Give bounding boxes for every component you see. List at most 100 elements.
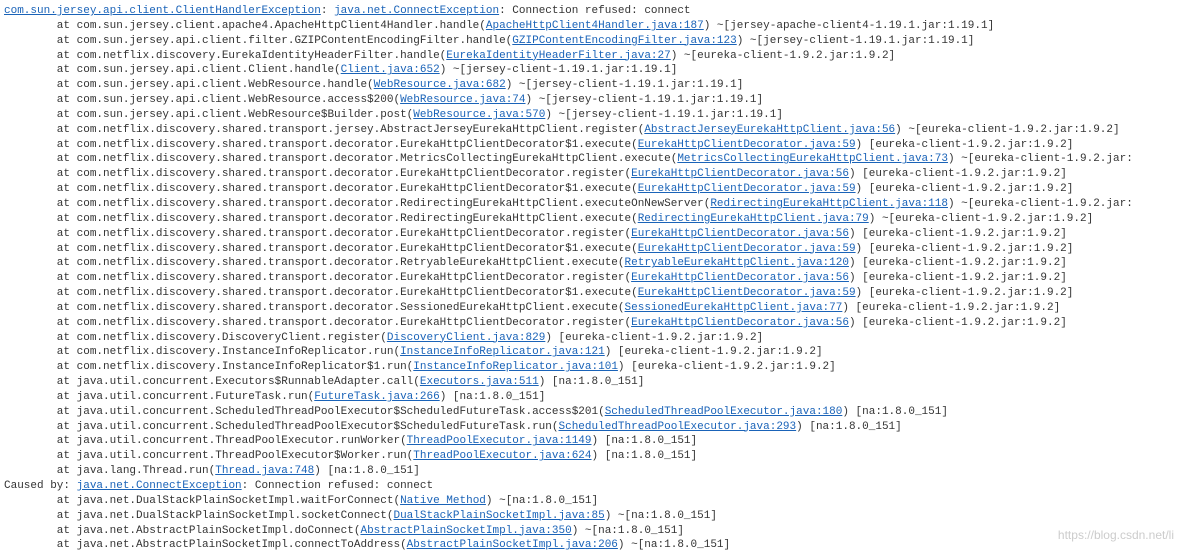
stacktrace-text: ) ~[eureka-client-1.9.2.jar:1.9.2] [671, 50, 895, 62]
source-link[interactable]: AbstractJerseyEurekaHttpClient.java:56 [644, 124, 895, 136]
source-link[interactable]: Thread.java:748 [215, 465, 314, 477]
stacktrace-text: ) [eureka-client-1.9.2.jar:1.9.2] [849, 168, 1067, 180]
source-link[interactable]: EurekaHttpClientDecorator.java:56 [631, 317, 849, 329]
source-link[interactable]: ApacheHttpClient4Handler.java:187 [486, 20, 704, 32]
source-link[interactable]: Native Method [400, 495, 486, 507]
source-link[interactable]: com.sun.jersey.api.client.ClientHandlerE… [4, 5, 321, 17]
source-link[interactable]: java.net.ConnectException [77, 480, 242, 492]
stacktrace-line: com.sun.jersey.api.client.ClientHandlerE… [4, 4, 1180, 19]
stacktrace-text: at com.netflix.discovery.shared.transpor… [4, 243, 638, 255]
stacktrace-text: at java.util.concurrent.ScheduledThreadP… [4, 421, 559, 433]
stacktrace-line: at com.sun.jersey.api.client.Client.hand… [4, 63, 1180, 78]
stacktrace-text: ) [na:1.8.0_151] [539, 376, 645, 388]
stacktrace-line: at com.netflix.discovery.shared.transpor… [4, 138, 1180, 153]
source-link[interactable]: Executors.java:511 [420, 376, 539, 388]
stacktrace-text: ) ~[na:1.8.0_151] [618, 539, 730, 551]
source-link[interactable]: MetricsCollectingEurekaHttpClient.java:7… [677, 153, 948, 165]
stacktrace-line: at com.netflix.discovery.shared.transpor… [4, 286, 1180, 301]
source-link[interactable]: ScheduledThreadPoolExecutor.java:293 [559, 421, 797, 433]
source-link[interactable]: java.net.ConnectException [334, 5, 499, 17]
stacktrace-line: at java.util.concurrent.FutureTask.run(F… [4, 390, 1180, 405]
stacktrace-line: at com.netflix.discovery.shared.transpor… [4, 227, 1180, 242]
stacktrace-text: at com.netflix.discovery.EurekaIdentityH… [4, 50, 446, 62]
source-link[interactable]: WebResource.java:74 [400, 94, 525, 106]
source-link[interactable]: AbstractPlainSocketImpl.java:206 [407, 539, 618, 551]
source-link[interactable]: WebResource.java:682 [374, 79, 506, 91]
stacktrace-line: at java.net.DualStackPlainSocketImpl.wai… [4, 494, 1180, 509]
stacktrace-line: at com.netflix.discovery.EurekaIdentityH… [4, 49, 1180, 64]
source-link[interactable]: RedirectingEurekaHttpClient.java:79 [638, 213, 869, 225]
stacktrace-text: at java.net.AbstractPlainSocketImpl.doCo… [4, 525, 360, 537]
source-link[interactable]: EurekaHttpClientDecorator.java:56 [631, 168, 849, 180]
stacktrace-text: at java.util.concurrent.ThreadPoolExecut… [4, 450, 413, 462]
stacktrace-text: ) ~[jersey-client-1.19.1.jar:1.19.1] [506, 79, 744, 91]
source-link[interactable]: DualStackPlainSocketImpl.java:85 [393, 510, 604, 522]
source-link[interactable]: EurekaHttpClientDecorator.java:59 [638, 243, 856, 255]
source-link[interactable]: EurekaHttpClientDecorator.java:59 [638, 287, 856, 299]
stacktrace-line: at com.netflix.discovery.shared.transpor… [4, 167, 1180, 182]
stacktrace-text: ) [eureka-client-1.9.2.jar:1.9.2] [545, 332, 763, 344]
stacktrace-text: at java.net.AbstractPlainSocketImpl.conn… [4, 539, 407, 551]
source-link[interactable]: EurekaHttpClientDecorator.java:56 [631, 228, 849, 240]
source-link[interactable]: EurekaHttpClientDecorator.java:59 [638, 183, 856, 195]
stacktrace-text: at java.util.concurrent.ScheduledThreadP… [4, 406, 605, 418]
stacktrace-line: at java.util.concurrent.ScheduledThreadP… [4, 405, 1180, 420]
stacktrace-text: ) [na:1.8.0_151] [796, 421, 902, 433]
stacktrace-line: at java.net.AbstractPlainSocketImpl.doCo… [4, 524, 1180, 539]
source-link[interactable]: RetryableEurekaHttpClient.java:120 [625, 257, 849, 269]
source-link[interactable]: InstanceInfoReplicator.java:121 [400, 346, 605, 358]
stacktrace-line: at java.util.concurrent.ScheduledThreadP… [4, 420, 1180, 435]
stacktrace-text: ) ~[eureka-client-1.9.2.jar:1.9.2] [869, 213, 1093, 225]
stacktrace-text: ) ~[jersey-client-1.19.1.jar:1.19.1] [526, 94, 764, 106]
source-link[interactable]: WebResource.java:570 [413, 109, 545, 121]
stacktrace-text: at com.netflix.discovery.shared.transpor… [4, 124, 644, 136]
source-link[interactable]: ThreadPoolExecutor.java:624 [413, 450, 591, 462]
source-link[interactable]: EurekaHttpClientDecorator.java:59 [638, 139, 856, 151]
stacktrace-text: at java.util.concurrent.FutureTask.run( [4, 391, 314, 403]
stacktrace-output: com.sun.jersey.api.client.ClientHandlerE… [4, 4, 1180, 553]
stacktrace-text: ) [na:1.8.0_151] [592, 435, 698, 447]
stacktrace-text: ) [eureka-client-1.9.2.jar:1.9.2] [605, 346, 823, 358]
source-link[interactable]: AbstractPlainSocketImpl.java:350 [360, 525, 571, 537]
stacktrace-text: at com.netflix.discovery.InstanceInfoRep… [4, 361, 413, 373]
source-link[interactable]: GZIPContentEncodingFilter.java:123 [512, 35, 736, 47]
stacktrace-text: ) [eureka-client-1.9.2.jar:1.9.2] [849, 257, 1067, 269]
stacktrace-line: at com.netflix.discovery.shared.transpor… [4, 316, 1180, 331]
source-link[interactable]: InstanceInfoReplicator.java:101 [413, 361, 618, 373]
stacktrace-text: at com.netflix.discovery.shared.transpor… [4, 183, 638, 195]
stacktrace-line: at java.util.concurrent.ThreadPoolExecut… [4, 449, 1180, 464]
source-link[interactable]: Client.java:652 [341, 64, 440, 76]
source-link[interactable]: FutureTask.java:266 [314, 391, 439, 403]
stacktrace-line: at com.sun.jersey.client.apache4.ApacheH… [4, 19, 1180, 34]
source-link[interactable]: EurekaIdentityHeaderFilter.java:27 [446, 50, 670, 62]
source-link[interactable]: EurekaHttpClientDecorator.java:56 [631, 272, 849, 284]
stacktrace-line: at java.lang.Thread.run(Thread.java:748)… [4, 464, 1180, 479]
stacktrace-line: at com.sun.jersey.api.client.filter.GZIP… [4, 34, 1180, 49]
source-link[interactable]: RedirectingEurekaHttpClient.java:118 [710, 198, 948, 210]
stacktrace-text: at com.netflix.discovery.shared.transpor… [4, 287, 638, 299]
stacktrace-text: at com.sun.jersey.api.client.Client.hand… [4, 64, 341, 76]
source-link[interactable]: SessionedEurekaHttpClient.java:77 [625, 302, 843, 314]
stacktrace-text: at com.netflix.discovery.shared.transpor… [4, 302, 625, 314]
stacktrace-text: ) ~[na:1.8.0_151] [572, 525, 684, 537]
source-link[interactable]: ThreadPoolExecutor.java:1149 [407, 435, 592, 447]
stacktrace-text: ) [eureka-client-1.9.2.jar:1.9.2] [856, 139, 1074, 151]
stacktrace-text: ) [eureka-client-1.9.2.jar:1.9.2] [849, 228, 1067, 240]
stacktrace-text: at com.sun.jersey.client.apache4.ApacheH… [4, 20, 486, 32]
stacktrace-text: ) ~[na:1.8.0_151] [486, 495, 598, 507]
stacktrace-line: at java.util.concurrent.ThreadPoolExecut… [4, 434, 1180, 449]
stacktrace-text: : Connection refused: connect [242, 480, 433, 492]
stacktrace-text: ) ~[jersey-client-1.19.1.jar:1.19.1] [545, 109, 783, 121]
source-link[interactable]: DiscoveryClient.java:829 [387, 332, 545, 344]
stacktrace-text: ) ~[eureka-client-1.9.2.jar: [948, 153, 1133, 165]
stacktrace-text: ) [eureka-client-1.9.2.jar:1.9.2] [842, 302, 1060, 314]
stacktrace-text: : [321, 5, 334, 17]
stacktrace-text: ) [na:1.8.0_151] [440, 391, 546, 403]
stacktrace-line: at java.net.DualStackPlainSocketImpl.soc… [4, 509, 1180, 524]
source-link[interactable]: ScheduledThreadPoolExecutor.java:180 [605, 406, 843, 418]
stacktrace-text: at com.sun.jersey.api.client.filter.GZIP… [4, 35, 512, 47]
stacktrace-text: ) ~[jersey-client-1.19.1.jar:1.19.1] [737, 35, 975, 47]
stacktrace-line: at com.netflix.discovery.shared.transpor… [4, 197, 1180, 212]
stacktrace-line: at com.netflix.discovery.shared.transpor… [4, 271, 1180, 286]
stacktrace-line: at com.sun.jersey.api.client.WebResource… [4, 108, 1180, 123]
